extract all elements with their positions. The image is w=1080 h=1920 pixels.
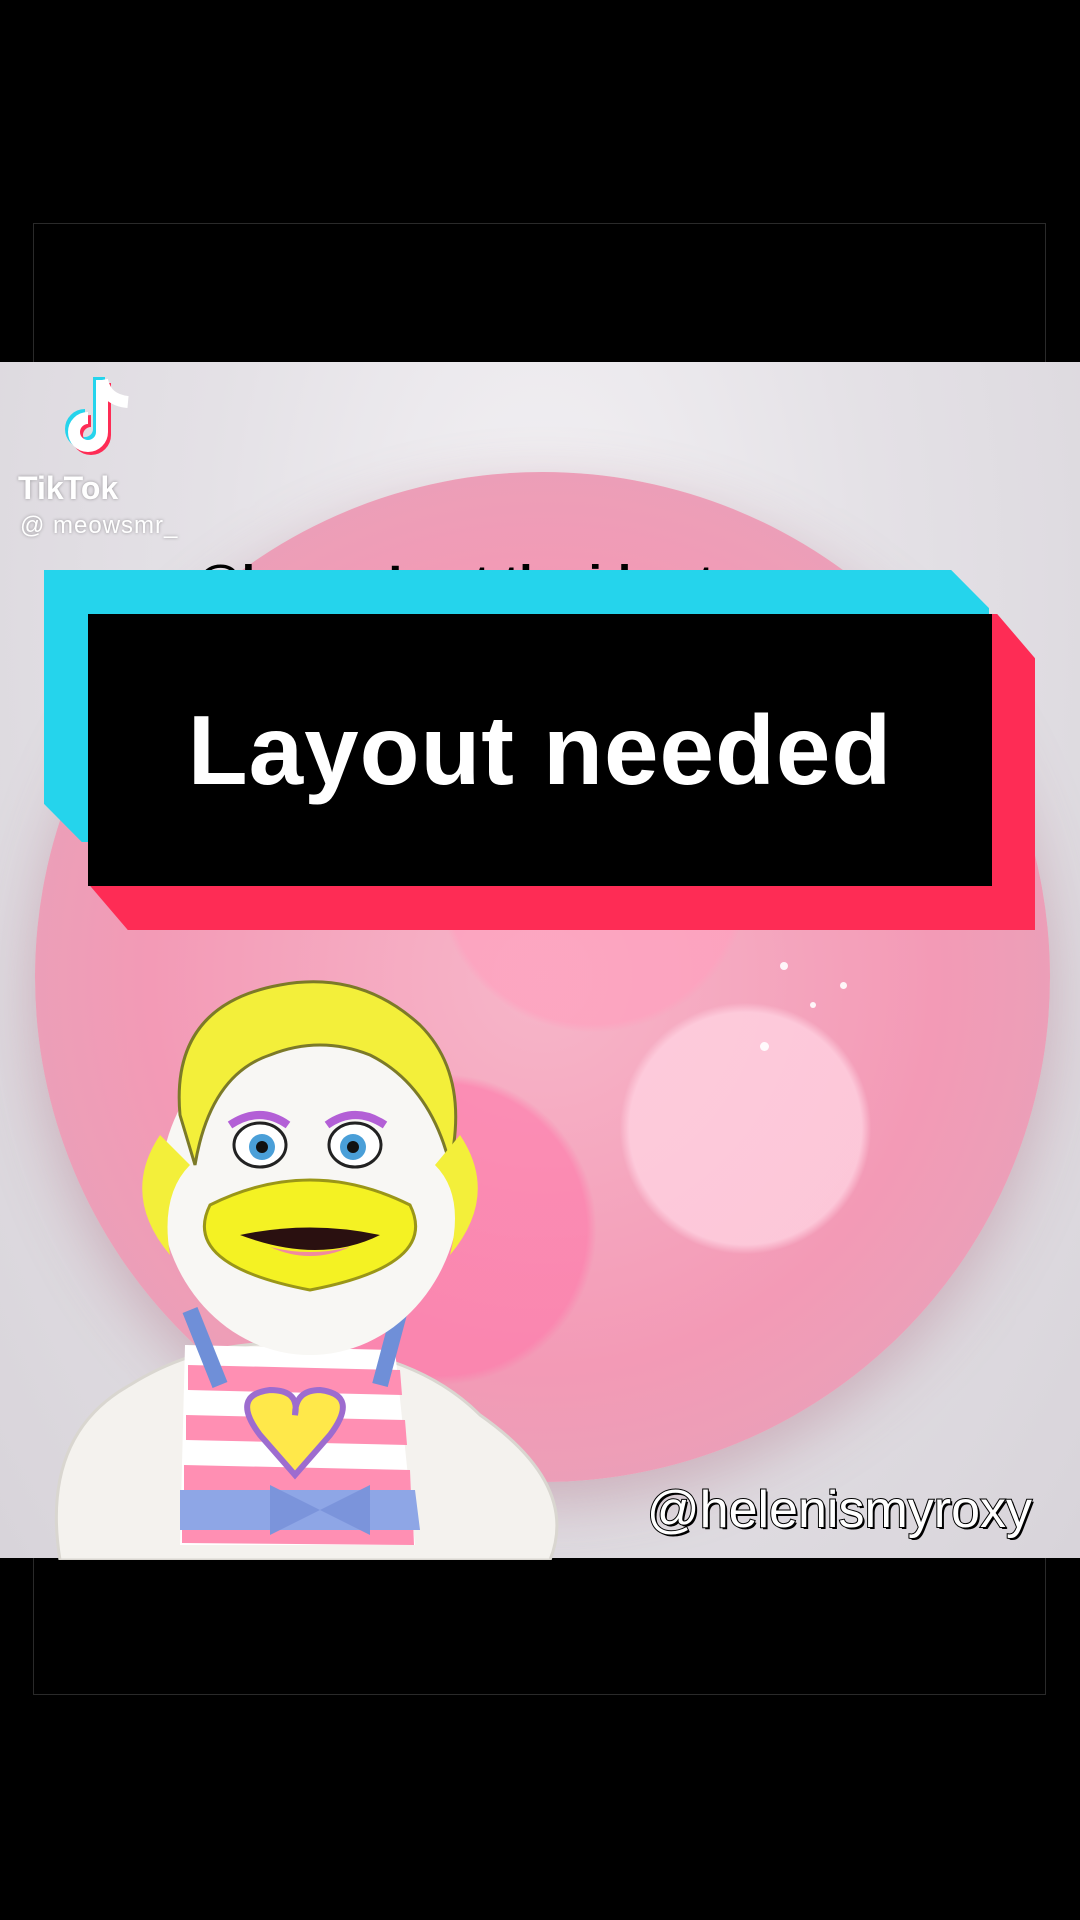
glitter-dot <box>760 1042 769 1051</box>
tiktok-brand-text: TikTok <box>18 470 119 506</box>
banner-text: Layout needed <box>187 694 893 805</box>
puppet-character-icon <box>54 980 559 1560</box>
watermark-handle: @helenismyroxy <box>646 1480 1033 1540</box>
glitter-dot <box>810 1002 816 1008</box>
tiktok-note-icon <box>65 377 129 455</box>
glitter-dot <box>840 982 847 989</box>
glitter-dot <box>780 962 788 970</box>
layout-needed-banner: Layout needed <box>88 614 992 886</box>
source-handle: @ meowsmr_ <box>20 512 179 539</box>
tiktok-source-logo: TikTok @ meowsmr_ <box>18 375 218 545</box>
